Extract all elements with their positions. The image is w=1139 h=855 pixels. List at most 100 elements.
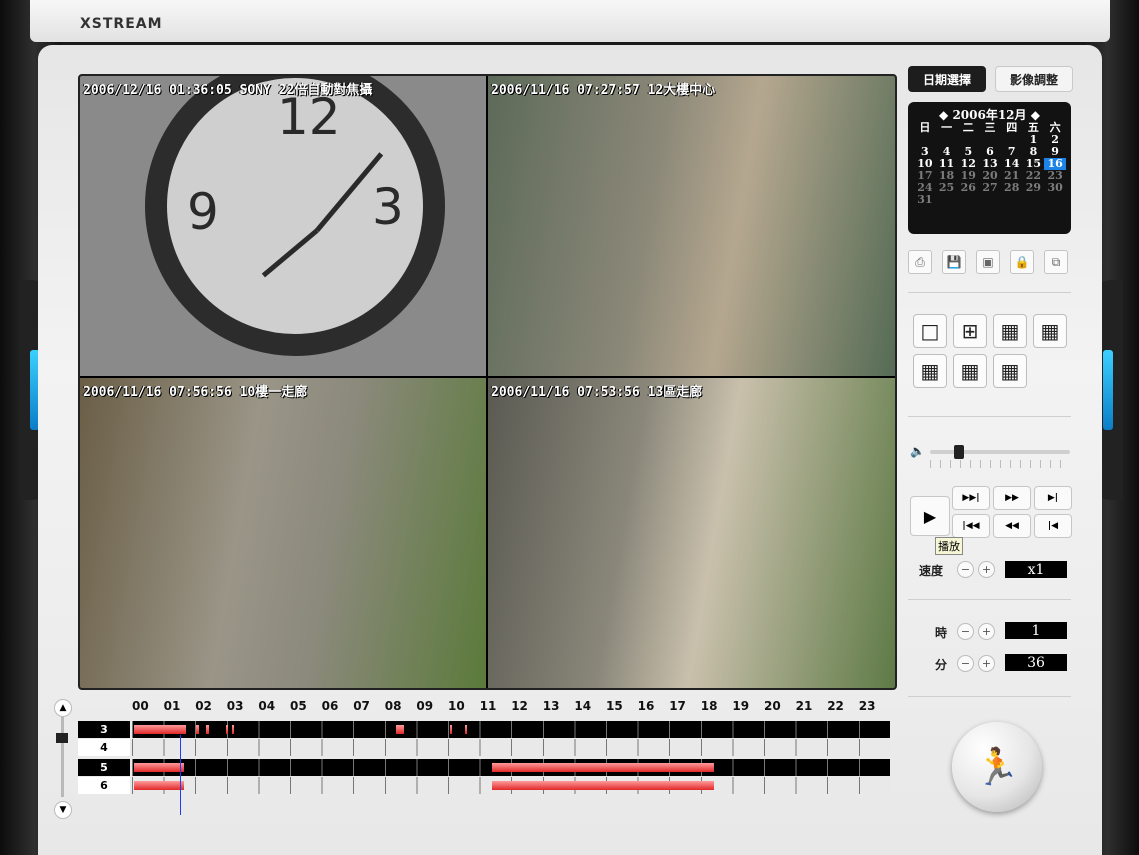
- hour-increase-button[interactable]: +: [978, 623, 995, 640]
- volume-control: 🔈: [908, 442, 1073, 468]
- hour-tick-label: 07: [353, 699, 370, 713]
- layout-13-button[interactable]: ▦: [953, 354, 987, 388]
- lock-icon[interactable]: 🔒: [1010, 250, 1034, 274]
- layout-9-button[interactable]: ▦: [1033, 314, 1067, 348]
- layout-6-button[interactable]: ▦: [993, 314, 1027, 348]
- calendar-day[interactable]: 30: [1044, 182, 1066, 194]
- motion-search-button[interactable]: 🏃: [952, 722, 1042, 812]
- volume-slider[interactable]: [954, 445, 964, 459]
- app-window: XSTREAM 12 3 9 2006/12/16 01:36:05 SONY …: [0, 0, 1139, 855]
- calendar-weekday: 日: [919, 121, 931, 134]
- recording-segment: [450, 725, 452, 734]
- camera-timestamp: 2006/11/16 07:27:57 12大樓中心: [491, 83, 716, 98]
- calendar-grid: 日一二三四五六 1 2 3 4 5 6 7 8 9 10 11 12 13 14 15 16 17 18 19 20 21…: [914, 122, 1066, 206]
- hour-tick-label: 13: [542, 699, 560, 713]
- video-grid: 12 3 9 2006/12/16 01:36:05 SONY 22倍自動對焦攝…: [78, 74, 897, 690]
- scroll-down-icon[interactable]: ▼: [54, 801, 72, 819]
- hour-tick-label: 23: [858, 699, 876, 713]
- layout-1-button[interactable]: □: [913, 314, 947, 348]
- speed-value: x1: [1005, 561, 1067, 578]
- calendar-day[interactable]: 29: [1023, 182, 1045, 194]
- calendar-weekday: 二: [962, 121, 974, 134]
- channel-scrollbar[interactable]: ▲ ▼: [52, 697, 74, 822]
- hour-tick-label: 17: [669, 699, 686, 713]
- hour-tick-label: 16: [637, 699, 655, 713]
- recording-segment: [134, 781, 184, 790]
- recording-segment: [134, 763, 184, 772]
- calendar: ◆ 2006年12月 ◆ 日一二三四五六 1 2 3 4 5 6 7 8 9 10 11 12 13 14 1…: [908, 102, 1071, 234]
- layout-16-button[interactable]: ▦: [993, 354, 1027, 388]
- camera-view-2[interactable]: 2006/11/16 07:27:57 12大樓中心: [488, 76, 895, 376]
- channel-label: 3: [78, 721, 130, 738]
- brand-logo: XSTREAM: [80, 16, 163, 32]
- playhead-cursor[interactable]: [180, 735, 181, 815]
- hour-tick-label: 09: [416, 699, 434, 713]
- next-frame-button[interactable]: ▶|: [1034, 486, 1072, 510]
- scroll-up-icon[interactable]: ▲: [54, 699, 72, 717]
- timeline-track[interactable]: [132, 759, 890, 776]
- timeline-track[interactable]: [132, 739, 890, 756]
- step-forward-button[interactable]: ▶▶|: [952, 486, 990, 510]
- recording-segment: [134, 725, 186, 734]
- minute-decrease-button[interactable]: −: [957, 655, 974, 672]
- layout-4-button[interactable]: ⊞: [953, 314, 987, 348]
- recording-segment: [492, 781, 714, 790]
- hour-ruler: 00 01 02 03 04 05 06 07 08 09 10 11 12 13 14 15 16 17 18 19…: [130, 699, 890, 719]
- minute-increase-button[interactable]: +: [978, 655, 995, 672]
- timeline-row[interactable]: 4: [78, 739, 890, 756]
- recording-segment: [206, 725, 209, 734]
- volume-track[interactable]: [930, 450, 1070, 454]
- rewind-button[interactable]: ◀◀: [993, 514, 1031, 538]
- timeline-row[interactable]: 3: [78, 721, 890, 738]
- timeline-track[interactable]: [132, 777, 890, 794]
- hour-tick-label: 14: [574, 699, 592, 713]
- clock-image: 12 3 9: [145, 76, 445, 356]
- calendar-day[interactable]: 27: [979, 182, 1001, 194]
- camera-view-4[interactable]: 2006/11/16 07:53:56 13區走廊: [488, 378, 895, 688]
- calendar-day[interactable]: 26: [957, 182, 979, 194]
- minute-value[interactable]: 36: [1005, 654, 1067, 671]
- speed-increase-button[interactable]: +: [978, 561, 995, 578]
- calendar-weekday: 三: [984, 121, 996, 134]
- save-icon[interactable]: 💾: [942, 250, 966, 274]
- layout-10-button[interactable]: ▦: [913, 354, 947, 388]
- hour-tick-label: 10: [448, 699, 465, 713]
- divider: [908, 416, 1071, 417]
- play-button[interactable]: ▶: [910, 496, 950, 536]
- calendar-empty: [1001, 194, 1023, 206]
- hour-tick-label: 00: [132, 699, 149, 713]
- hour-tick-label: 20: [764, 699, 781, 713]
- copy-icon[interactable]: ⧉: [1044, 250, 1068, 274]
- calendar-day[interactable]: 25: [936, 182, 958, 194]
- channel-label: 4: [78, 739, 130, 756]
- camera-timestamp: 2006/12/16 01:36:05 SONY 22倍自動對焦攝: [83, 83, 373, 98]
- channel-label: 6: [78, 777, 130, 794]
- hour-value[interactable]: 1: [1005, 622, 1067, 639]
- camera-view-1[interactable]: 12 3 9 2006/12/16 01:36:05 SONY 22倍自動對焦攝: [80, 76, 486, 376]
- scroll-track[interactable]: [61, 717, 64, 797]
- hour-tick-label: 21: [795, 699, 813, 713]
- speed-decrease-button[interactable]: −: [957, 561, 974, 578]
- timeline-row[interactable]: 5: [78, 759, 890, 776]
- fast-forward-button[interactable]: ▶▶: [993, 486, 1031, 510]
- camera-view-3[interactable]: 2006/11/16 07:56:56 10樓一走廊: [80, 378, 486, 688]
- print-icon[interactable]: ⎙: [908, 250, 932, 274]
- tab-image-adjust[interactable]: 影像調整: [995, 66, 1073, 92]
- timeline-row[interactable]: 6: [78, 777, 890, 794]
- step-back-button[interactable]: |◀◀: [952, 514, 990, 538]
- calendar-day[interactable]: 28: [1001, 182, 1023, 194]
- snapshot-icon[interactable]: ▣: [976, 250, 1000, 274]
- recording-segment: [492, 763, 714, 772]
- hour-decrease-button[interactable]: −: [957, 623, 974, 640]
- hour-tick-label: 15: [606, 699, 623, 713]
- recording-segment: [226, 725, 228, 734]
- hour-tick-label: 02: [195, 699, 212, 713]
- calendar-day[interactable]: 31: [914, 194, 936, 206]
- calendar-empty: [957, 194, 979, 206]
- running-man-icon: 🏃: [974, 747, 1020, 788]
- tab-date-select[interactable]: 日期選擇: [908, 66, 986, 92]
- camera-timestamp: 2006/11/16 07:56:56 10樓一走廊: [83, 385, 308, 400]
- timeline-track[interactable]: [132, 721, 890, 738]
- prev-frame-button[interactable]: |◀: [1034, 514, 1072, 538]
- scroll-thumb[interactable]: [56, 733, 68, 743]
